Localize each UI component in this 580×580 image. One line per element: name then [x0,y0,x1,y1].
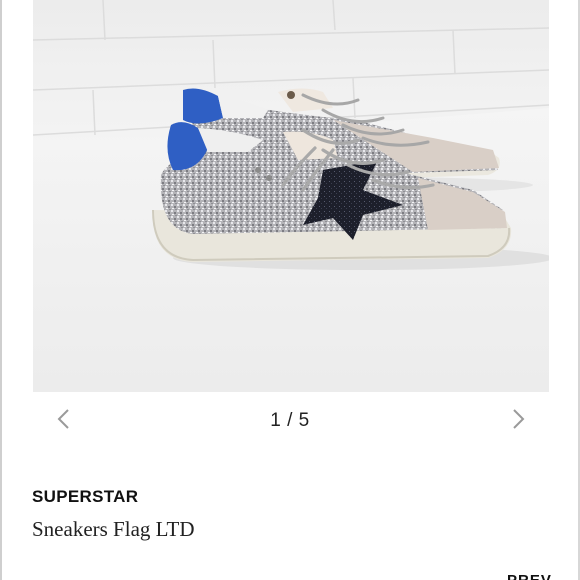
product-page: 1 / 5 SUPERSTAR Sneakers Flag LTD PREV [0,0,580,580]
chevron-left-icon [57,409,69,429]
product-image[interactable] [33,0,549,392]
left-border [0,0,2,580]
product-brand: SUPERSTAR [32,487,139,506]
prev-link[interactable]: PREV [507,572,552,580]
chevron-right-icon [513,409,525,429]
sneakers-photo [33,0,549,392]
product-name: Sneakers Flag LTD [32,517,195,541]
previous-image-button[interactable] [49,404,79,434]
image-counter: 1 / 5 [270,410,310,431]
next-image-button[interactable] [503,404,533,434]
